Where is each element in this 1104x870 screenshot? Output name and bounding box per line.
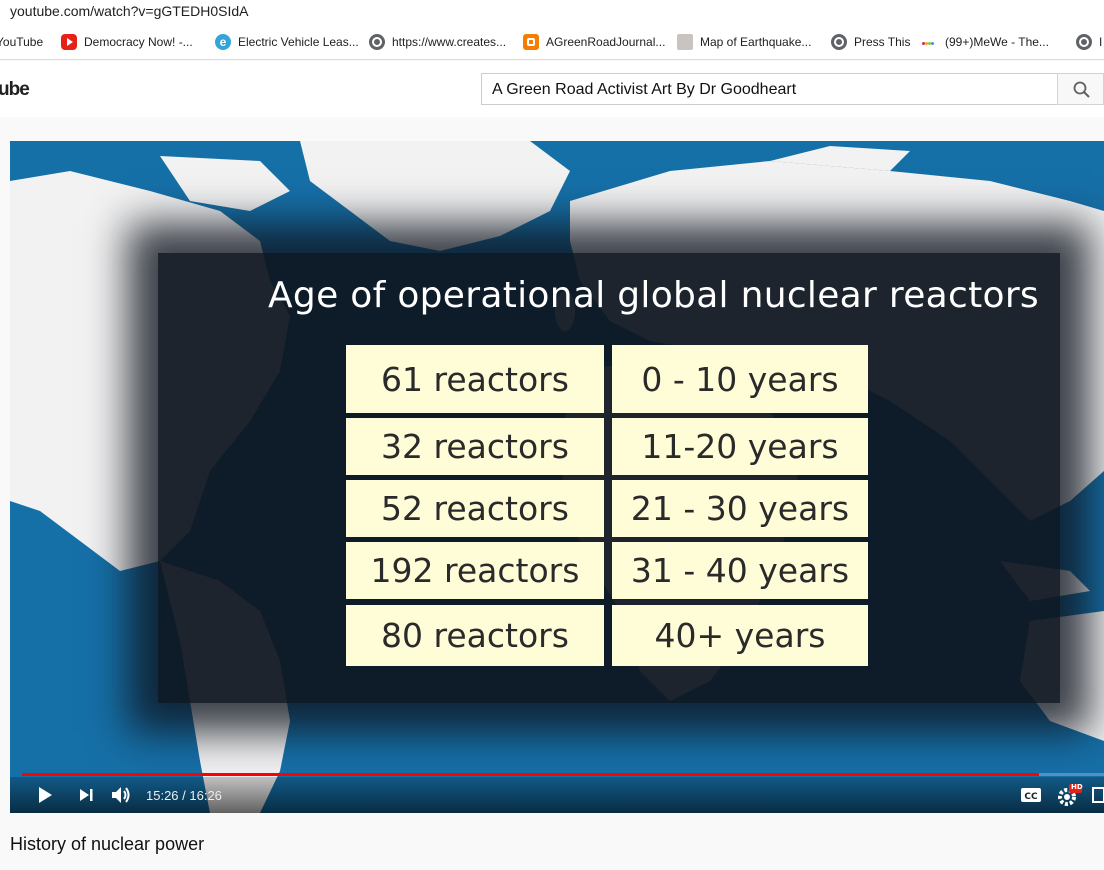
bookmark-label: Map of Earthquake... bbox=[700, 35, 812, 49]
player-controls: 15:26 / 16:26 CC HD bbox=[10, 777, 1104, 813]
address-bar[interactable]: youtube.com/watch?v=gGTEDH0SIdA bbox=[0, 0, 1104, 24]
miniplayer-icon bbox=[1092, 787, 1104, 803]
video-player[interactable]: Age of operational global nuclear reacto… bbox=[10, 141, 1104, 813]
reactor-count-cell: 80 reactors bbox=[346, 605, 604, 666]
bookmark-createspace[interactable]: https://www.creates... bbox=[369, 24, 506, 60]
slide-title: Age of operational global nuclear reacto… bbox=[268, 275, 1039, 316]
bookmark-label: AGreenRoadJournal... bbox=[546, 35, 666, 49]
bookmark-mewe[interactable]: (99+)MeWe - The... bbox=[922, 24, 1049, 60]
blogger-icon bbox=[523, 34, 539, 50]
bookmark-label: (99+)MeWe - The... bbox=[945, 35, 1049, 49]
slide-panel bbox=[158, 253, 1060, 703]
search-input[interactable]: A Green Road Activist Art By Dr Goodhear… bbox=[481, 73, 1058, 105]
bookmark-overflow[interactable]: I bbox=[1076, 24, 1102, 60]
reactor-count-cell: 192 reactors bbox=[346, 542, 604, 599]
reactor-count-cell: 52 reactors bbox=[346, 480, 604, 537]
globe-icon bbox=[369, 34, 385, 50]
bookmark-earthquake-map[interactable]: Map of Earthquake... bbox=[677, 24, 811, 60]
reactor-count-cell: 32 reactors bbox=[346, 418, 604, 475]
map-icon bbox=[677, 34, 693, 50]
mewe-icon bbox=[922, 34, 938, 50]
youtube-logo[interactable]: ube bbox=[0, 79, 30, 101]
reactor-age-cell: 40+ years bbox=[612, 605, 868, 666]
e-icon: e bbox=[215, 34, 231, 50]
url-text[interactable]: youtube.com/watch?v=gGTEDH0SIdA bbox=[10, 3, 249, 19]
next-button[interactable] bbox=[78, 787, 94, 808]
youtube-header: ube A Green Road Activist Art By Dr Good… bbox=[0, 61, 1104, 117]
svg-text:CC: CC bbox=[1024, 792, 1038, 802]
bookmark-label: I bbox=[1099, 35, 1103, 49]
reactor-age-cell: 31 - 40 years bbox=[612, 542, 868, 599]
captions-button[interactable]: CC bbox=[1020, 787, 1042, 808]
globe-icon bbox=[1076, 34, 1092, 50]
video-title: History of nuclear power bbox=[10, 834, 205, 854]
time-display: 15:26 / 16:26 bbox=[146, 788, 222, 803]
reactor-count-cell: 61 reactors bbox=[346, 345, 604, 413]
progress-bar[interactable] bbox=[22, 773, 1104, 776]
bookmark-democracy-now[interactable]: Democracy Now! -... bbox=[61, 24, 193, 60]
volume-button[interactable] bbox=[110, 785, 132, 810]
bookmark-label: https://www.creates... bbox=[392, 35, 507, 49]
bookmark-label: Electric Vehicle Leas... bbox=[238, 35, 359, 49]
skip-next-icon bbox=[80, 789, 93, 801]
cc-icon: CC bbox=[1021, 788, 1041, 802]
miniplayer-button[interactable] bbox=[1092, 787, 1104, 808]
search-icon bbox=[1073, 81, 1090, 98]
youtube-icon bbox=[61, 34, 77, 50]
reactor-age-cell: 11-20 years bbox=[612, 418, 868, 475]
bookmarks-bar: YouTube Democracy Now! -... e Electric V… bbox=[0, 24, 1104, 60]
search-query[interactable]: A Green Road Activist Art By Dr Goodhear… bbox=[492, 81, 796, 99]
globe-icon bbox=[831, 34, 847, 50]
play-icon bbox=[39, 787, 52, 803]
bookmark-press-this[interactable]: Press This bbox=[831, 24, 910, 60]
reactor-age-cell: 21 - 30 years bbox=[612, 480, 868, 537]
bookmark-agreenroad-journal[interactable]: AGreenRoadJournal... bbox=[523, 24, 665, 60]
hd-badge: HD bbox=[1071, 783, 1083, 791]
settings-button[interactable]: HD bbox=[1056, 783, 1083, 812]
bookmark-label: Democracy Now! -... bbox=[84, 35, 193, 49]
reactor-age-cell: 0 - 10 years bbox=[612, 345, 868, 413]
play-button[interactable] bbox=[36, 786, 54, 809]
bookmark-label: Press This bbox=[854, 35, 911, 49]
bookmark-youtube[interactable]: YouTube bbox=[0, 24, 43, 60]
search-button[interactable] bbox=[1057, 73, 1104, 105]
bookmark-label: YouTube bbox=[0, 35, 44, 49]
progress-played bbox=[22, 773, 1040, 776]
volume-icon bbox=[112, 787, 130, 803]
bookmark-electric-vehicle[interactable]: e Electric Vehicle Leas... bbox=[215, 24, 359, 60]
